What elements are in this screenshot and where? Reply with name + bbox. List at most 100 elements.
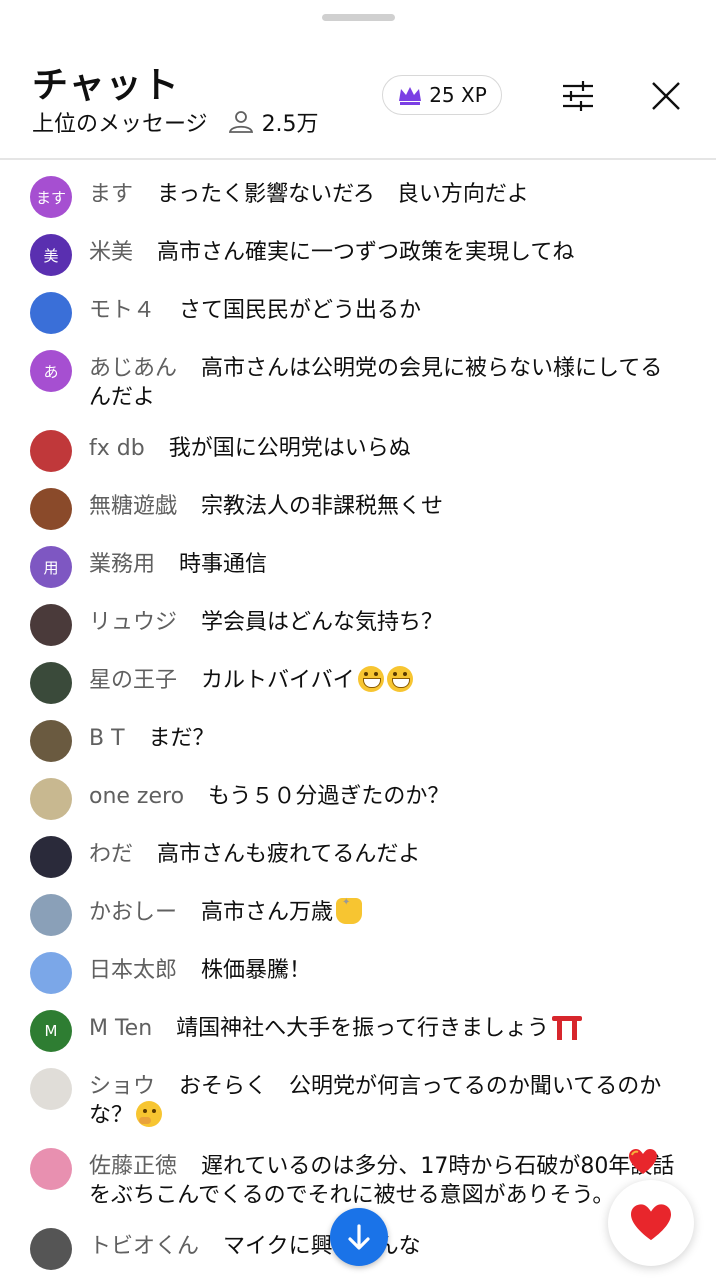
avatar[interactable]: [30, 430, 72, 472]
chat-message[interactable]: リュウジ 学会員はどんな気持ち？: [0, 598, 716, 646]
chat-message[interactable]: B T まだ？: [0, 714, 716, 762]
message-body: fx db 我が国に公明党はいらぬ: [89, 424, 680, 463]
close-button[interactable]: [640, 70, 692, 122]
message-body: 星の王子 カルトバイバイ: [89, 656, 680, 695]
avatar[interactable]: [30, 1148, 72, 1190]
author-name[interactable]: ます: [89, 182, 133, 207]
grin-emoji-icon: [357, 666, 384, 692]
message-text: 株価暴騰！: [201, 958, 312, 983]
scroll-to-bottom-button[interactable]: [330, 1208, 388, 1266]
chat-message[interactable]: 美 米美 高市さん確実に一つずつ政策を実現してね: [0, 228, 716, 276]
message-text: マイクに興奮すんな: [223, 1234, 421, 1259]
chat-message[interactable]: fx db 我が国に公明党はいらぬ: [0, 424, 716, 472]
author-name[interactable]: モト４: [89, 298, 155, 323]
person-outline-icon: [228, 111, 253, 133]
message-text: さて国民民がどう出るか: [179, 298, 422, 323]
message-body: 業務用 時事通信: [89, 540, 680, 579]
avatar[interactable]: [30, 662, 72, 704]
message-text: 宗教法人の非課税無くせ: [201, 494, 444, 519]
chat-list[interactable]: ます ます まったく影響ないだろ 良い方向だよ美米美 高市さん確実に一つずつ政策を実現…: [0, 170, 716, 1280]
author-name[interactable]: 無糖遊戯: [89, 494, 177, 519]
chat-mode-label[interactable]: 上位のメッセージ: [32, 106, 208, 138]
message-body: ます まったく影響ないだろ 良い方向だよ: [89, 170, 680, 209]
chat-message[interactable]: モト４ さて国民民がどう出るか: [0, 286, 716, 334]
avatar[interactable]: [30, 894, 72, 936]
message-text: 高市さん確実に一つずつ政策を実現してね: [157, 240, 575, 265]
author-name[interactable]: リュウジ: [89, 610, 177, 635]
chat-message[interactable]: 星の王子 カルトバイバイ: [0, 656, 716, 704]
close-icon: [652, 82, 680, 110]
chat-message[interactable]: 用 業務用 時事通信: [0, 540, 716, 588]
message-body: 日本太郎 株価暴騰！: [89, 946, 680, 985]
author-name[interactable]: one zero: [89, 784, 184, 809]
message-body: ショウ おそらく 公明党が何言ってるのか聞いてるのかな？: [89, 1062, 680, 1130]
header-divider: [0, 158, 716, 160]
author-name[interactable]: かおしー: [89, 900, 177, 925]
author-name[interactable]: トビオくん: [89, 1234, 199, 1259]
message-body: one zero もう５０分過ぎたのか？: [89, 772, 680, 811]
avatar[interactable]: M: [30, 1010, 72, 1052]
author-name[interactable]: fx db: [89, 436, 145, 461]
avatar-initial: あ: [43, 362, 59, 381]
avatar[interactable]: [30, 836, 72, 878]
avatar[interactable]: [30, 1068, 72, 1110]
avatar-initial: 美: [43, 246, 59, 265]
author-name[interactable]: 業務用: [89, 552, 155, 577]
chat-message[interactable]: かおしー 高市さん万歳: [0, 888, 716, 936]
message-text: 学会員はどんな気持ち？: [201, 610, 444, 635]
author-name[interactable]: ショウ: [89, 1074, 155, 1099]
author-name[interactable]: わだ: [89, 842, 133, 867]
message-body: わだ 高市さんも疲れてるんだよ: [89, 830, 680, 869]
message-body: リュウジ 学会員はどんな気持ち？: [89, 598, 680, 637]
author-name[interactable]: あじあん: [89, 356, 177, 381]
avatar[interactable]: [30, 778, 72, 820]
filter-button[interactable]: [552, 70, 604, 122]
like-button[interactable]: [608, 1180, 694, 1266]
chat-message[interactable]: わだ 高市さんも疲れてるんだよ: [0, 830, 716, 878]
avatar[interactable]: ます: [30, 176, 72, 218]
xp-label: 25 XP: [429, 83, 487, 107]
chat-message[interactable]: 佐藤正徳 遅れているのは多分、17時から石破が80年談話をぶちこんでくるのでそれに…: [0, 1142, 716, 1210]
avatar[interactable]: [30, 292, 72, 334]
author-name[interactable]: 米美: [89, 240, 133, 265]
message-body: 米美 高市さん確実に一つずつ政策を実現してね: [89, 228, 680, 267]
avatar[interactable]: [30, 952, 72, 994]
viewer-count: 2.5万: [228, 106, 319, 138]
message-text: カルトバイバイ: [201, 668, 355, 693]
drag-handle[interactable]: [322, 14, 395, 21]
chat-message[interactable]: one zero もう５０分過ぎたのか？: [0, 772, 716, 820]
message-body: かおしー 高市さん万歳: [89, 888, 680, 927]
avatar-initial: ます: [35, 188, 66, 207]
author-name[interactable]: 佐藤正徳: [89, 1154, 177, 1179]
message-text: 高市さんも疲れてるんだよ: [157, 842, 421, 867]
crown-icon: [399, 87, 422, 105]
avatar[interactable]: あ: [30, 350, 72, 392]
chat-message[interactable]: ます ます まったく影響ないだろ 良い方向だよ: [0, 170, 716, 218]
avatar[interactable]: [30, 604, 72, 646]
avatar[interactable]: 用: [30, 546, 72, 588]
arrow-down-icon: [348, 1224, 370, 1250]
avatar[interactable]: 美: [30, 234, 72, 276]
author-name[interactable]: 日本太郎: [89, 958, 177, 983]
author-name[interactable]: M Ten: [89, 1016, 152, 1041]
chat-message[interactable]: 無糖遊戯 宗教法人の非課税無くせ: [0, 482, 716, 530]
chat-message[interactable]: 日本太郎 株価暴騰！: [0, 946, 716, 994]
message-text: 我が国に公明党はいらぬ: [168, 436, 411, 461]
heart-icon: [631, 1204, 671, 1241]
chat-mode-row[interactable]: 上位のメッセージ 2.5万: [32, 106, 319, 138]
message-text: 高市さん万歳: [201, 900, 334, 925]
avatar[interactable]: [30, 488, 72, 530]
chat-message[interactable]: M M Ten 靖国神社へ大手を振って行きましょう: [0, 1004, 716, 1052]
message-body: 無糖遊戯 宗教法人の非課税無くせ: [89, 482, 680, 521]
chat-message[interactable]: あ あじあん 高市さんは公明党の会見に被らない様にしてるんだよ: [0, 344, 716, 412]
think-emoji-icon: [136, 1101, 163, 1127]
hands-emoji-icon: [336, 888, 363, 924]
message-text: まったく影響ないだろ 良い方向だよ: [157, 182, 529, 207]
avatar[interactable]: [30, 1228, 72, 1270]
avatar[interactable]: [30, 720, 72, 762]
chat-message[interactable]: ショウ おそらく 公明党が何言ってるのか聞いてるのかな？: [0, 1062, 716, 1130]
avatar-initial: 用: [43, 558, 59, 577]
author-name[interactable]: 星の王子: [89, 668, 177, 693]
author-name[interactable]: B T: [89, 726, 125, 751]
xp-badge[interactable]: 25 XP: [382, 75, 502, 115]
